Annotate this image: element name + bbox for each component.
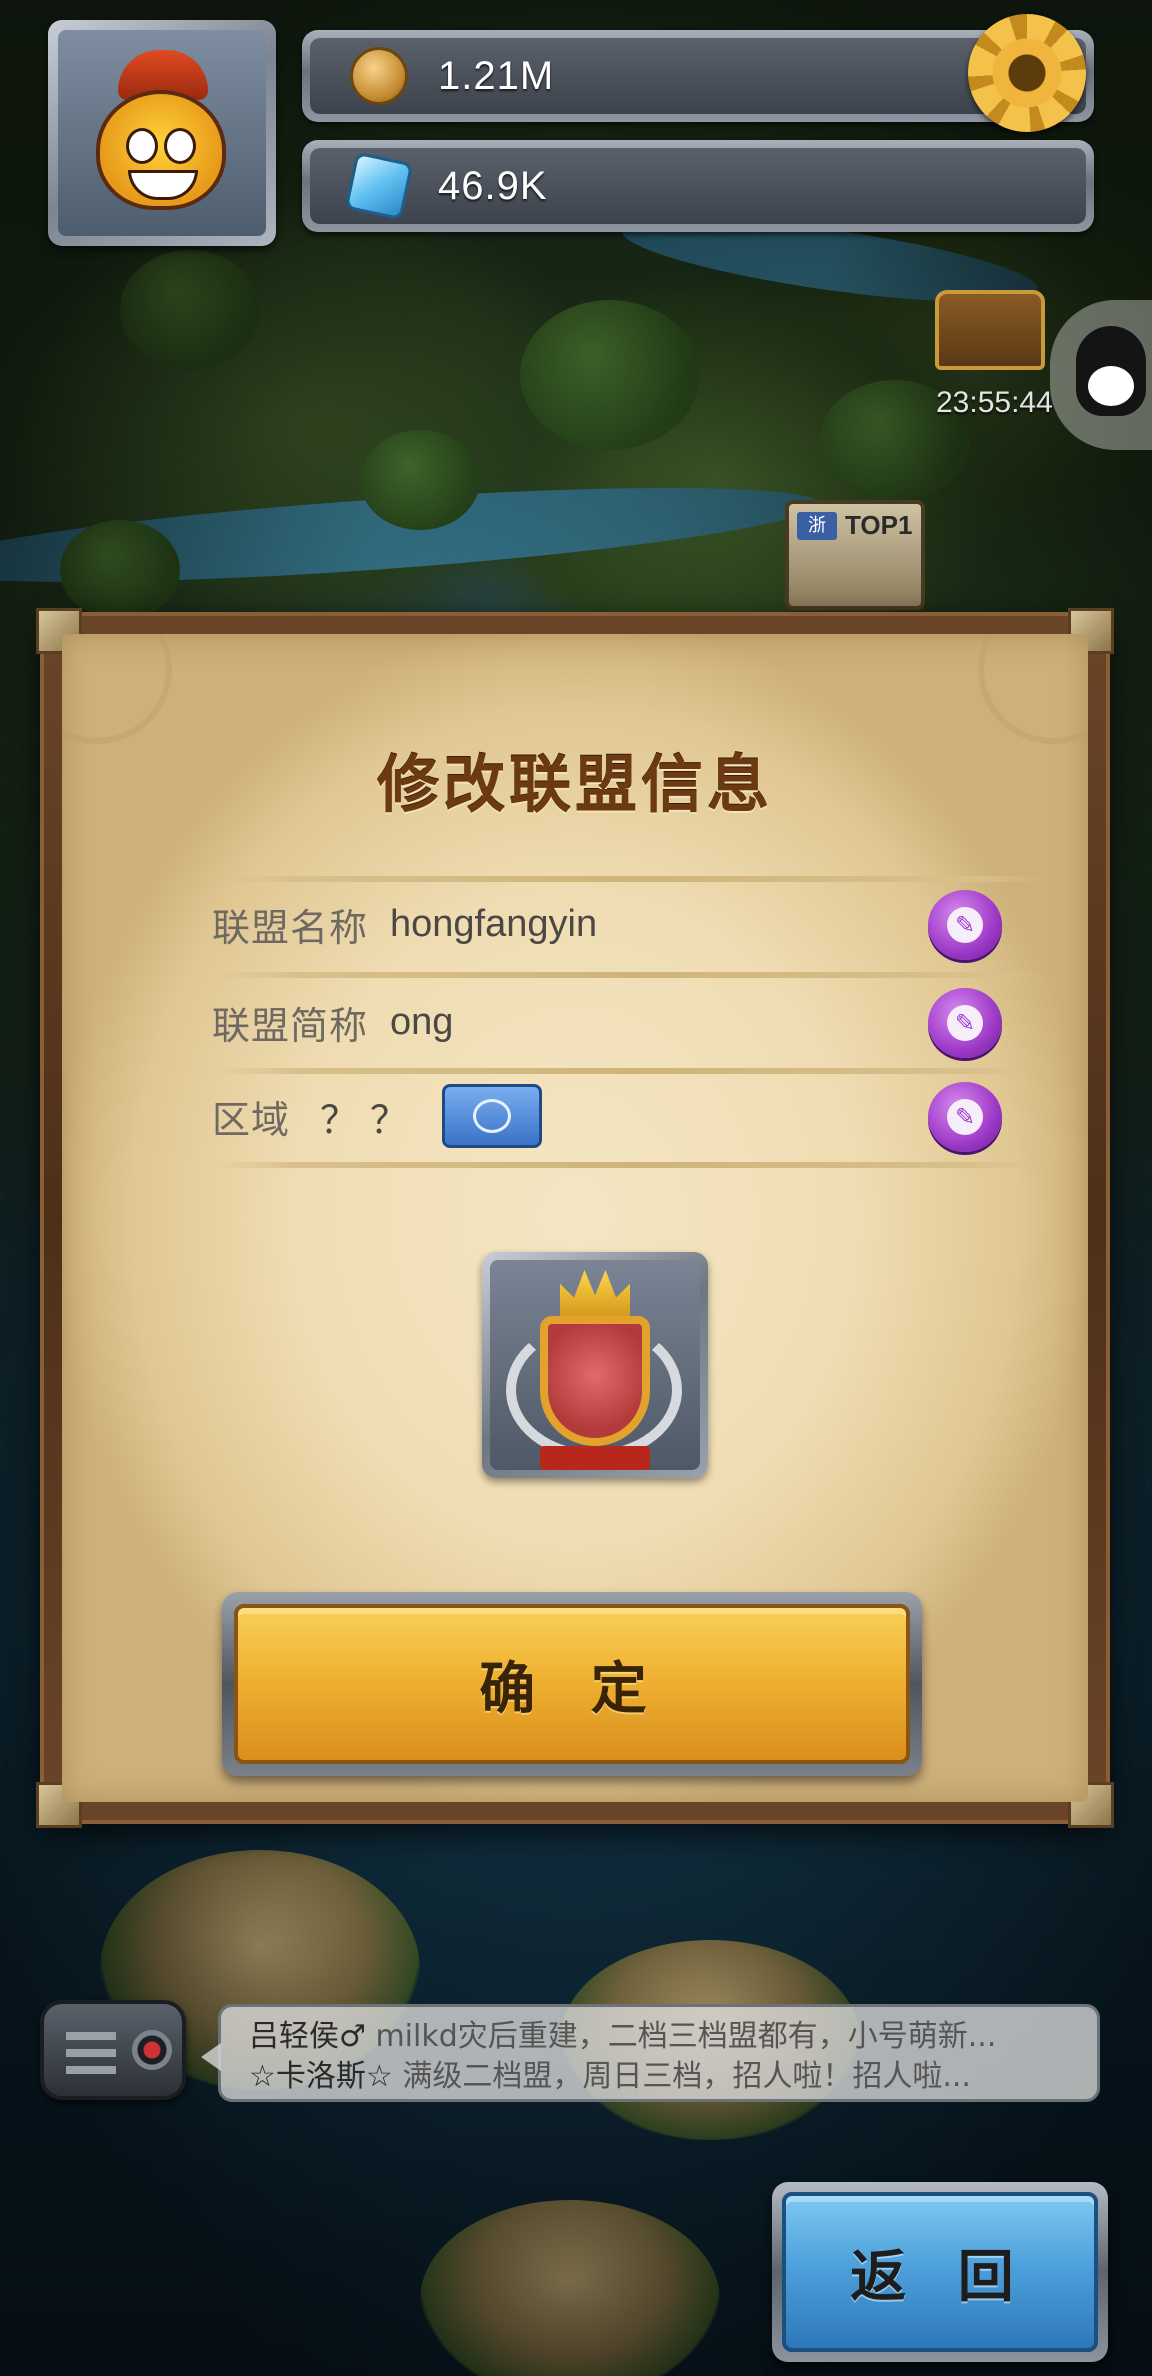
pencil-icon: ✎ bbox=[947, 1005, 983, 1041]
alliance-name-label: 联盟名称 bbox=[212, 905, 369, 950]
back-button-frame: 返 回 bbox=[772, 2182, 1108, 2362]
region-flag-button[interactable] bbox=[442, 1084, 543, 1148]
confirm-button-frame: 确 定 bbox=[222, 1592, 922, 1776]
corner-ornament-icon bbox=[978, 634, 1088, 744]
corner-ornament-icon bbox=[62, 634, 172, 744]
dialog-paper: 修改联盟信息 联盟名称 hongfangyin ✎ 联盟简称 ong ✎ 区域 … bbox=[62, 634, 1088, 1802]
player-avatar[interactable] bbox=[48, 20, 276, 246]
region-value: ？？ bbox=[320, 1099, 421, 1142]
chat-message: ☆卡洛斯☆ 满级二档盟，周日三档，招人啦！招人啦... bbox=[249, 2057, 1069, 2097]
chest-timer: 23:55:44 bbox=[936, 386, 1053, 419]
confirm-label: 确 定 bbox=[479, 1656, 665, 1722]
chat-text: 满级二档盟，周日三档，招人啦！招人啦... bbox=[402, 2059, 971, 2094]
chat-sender: 吕轻侯♂ bbox=[249, 2019, 366, 2054]
back-button[interactable]: 返 回 bbox=[782, 2192, 1098, 2352]
alliance-emblem-button[interactable] bbox=[482, 1252, 708, 1478]
alliance-name-value: hongfangyin bbox=[390, 902, 598, 945]
ribbon-icon bbox=[540, 1446, 650, 1470]
gem-amount: 46.9K bbox=[438, 163, 548, 208]
back-label: 返 回 bbox=[850, 2244, 1030, 2310]
top1-ranking-badge[interactable]: 浙 TOP1 bbox=[785, 500, 925, 610]
alliance-abbr-value: ong bbox=[390, 1000, 454, 1043]
coin-amount: 1.21M bbox=[438, 53, 555, 98]
chat-sender: ☆卡洛斯☆ bbox=[249, 2059, 393, 2094]
chat-radio-button[interactable] bbox=[40, 2000, 186, 2100]
coin-icon bbox=[350, 47, 408, 105]
gem-icon bbox=[344, 151, 414, 221]
dialog-title: 修改联盟信息 bbox=[376, 748, 773, 821]
lion-shield-icon bbox=[540, 1316, 650, 1446]
treasure-chest-icon[interactable] bbox=[935, 290, 1045, 370]
edit-region-button[interactable]: ✎ bbox=[928, 1082, 1002, 1152]
alliance-abbr-label: 联盟简称 bbox=[212, 1003, 369, 1048]
pencil-icon: ✎ bbox=[947, 1099, 983, 1135]
pencil-icon: ✎ bbox=[947, 907, 983, 943]
settings-gear-icon[interactable] bbox=[968, 14, 1086, 132]
region-label: 区域 bbox=[212, 1097, 291, 1142]
qq-penguin-icon bbox=[1076, 326, 1146, 416]
top-badge-label: TOP1 bbox=[845, 510, 913, 540]
alliance-abbr-row: 联盟简称 ong ✎ bbox=[212, 974, 1052, 1070]
crown-icon bbox=[560, 1270, 630, 1316]
edit-alliance-name-button[interactable]: ✎ bbox=[928, 890, 1002, 960]
region-flag-icon bbox=[473, 1099, 512, 1133]
chat-preview[interactable]: 吕轻侯♂ milkd灾后重建，二档三档盟都有，小号萌新... ☆卡洛斯☆ 满级二… bbox=[201, 2004, 1100, 2102]
alliance-name-row: 联盟名称 hongfangyin ✎ bbox=[212, 876, 1052, 972]
menu-lines-icon bbox=[66, 2032, 116, 2076]
edit-alliance-dialog: 修改联盟信息 联盟名称 hongfangyin ✎ 联盟简称 ong ✎ 区域 … bbox=[36, 608, 1114, 1828]
region-row: 区域 ？？ ✎ bbox=[212, 1068, 1052, 1164]
chat-text: milkd灾后重建，二档三档盟都有，小号萌新... bbox=[375, 2019, 997, 2054]
edit-alliance-abbr-button[interactable]: ✎ bbox=[928, 988, 1002, 1058]
chat-message: 吕轻侯♂ milkd灾后重建，二档三档盟都有，小号萌新... bbox=[249, 2017, 1069, 2057]
qq-penguin-button[interactable] bbox=[1050, 300, 1152, 450]
region-tag: 浙 bbox=[797, 512, 837, 540]
radio-dial-icon bbox=[132, 2030, 172, 2070]
confirm-button[interactable]: 确 定 bbox=[234, 1604, 910, 1764]
gem-counter[interactable]: 46.9K bbox=[302, 140, 1094, 232]
